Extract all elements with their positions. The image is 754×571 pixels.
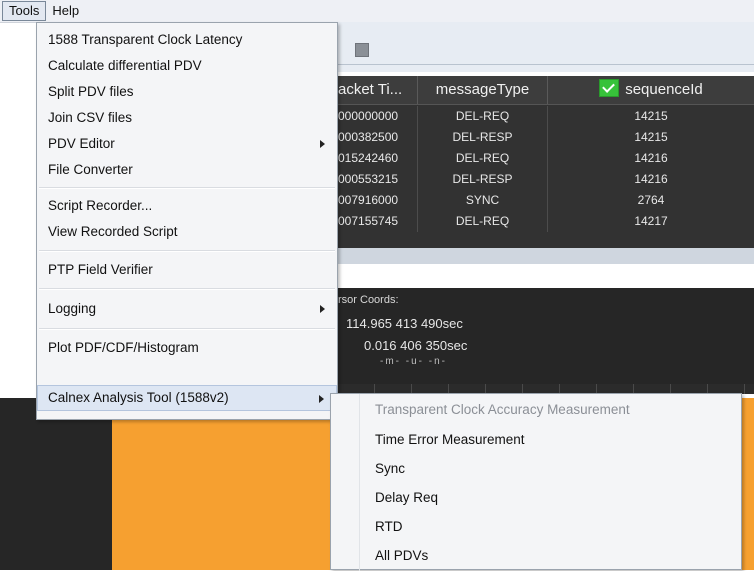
cell-seq: 14215: [634, 130, 668, 144]
menu-item-label: File Converter: [48, 162, 133, 177]
menu-item-label: Script Recorder...: [48, 198, 153, 213]
tools-menu: 1588 Transparent Clock Latency Calculate…: [36, 22, 338, 420]
packet-table-header: acket Ti... messageType sequenceId: [338, 76, 754, 105]
cell-seq: 2764: [637, 193, 665, 207]
menu-item-plot-pdf-cdf-histogram[interactable]: Plot PDF/CDF/Histogram: [37, 335, 337, 361]
cell-type: DEL-REQ: [418, 211, 548, 232]
cell-time: 007916000: [338, 190, 418, 211]
col-sequence-id[interactable]: sequenceId: [548, 76, 754, 104]
menu-item-label: PTP Field Verifier: [48, 262, 153, 277]
menu-item-label: Calnex Analysis Tool (1588v2): [48, 390, 229, 405]
stop-icon[interactable]: [355, 43, 369, 57]
cursor-x-value: 114.965 413 490sec: [346, 316, 463, 331]
col-packet-time[interactable]: acket Ti...: [338, 76, 418, 104]
menu-item-split-pdv-files[interactable]: Split PDV files: [37, 79, 337, 105]
submenu-item-sync[interactable]: Sync: [375, 455, 405, 483]
cell-time: 007155745: [338, 211, 418, 232]
menu-item-calnex-analysis-tool[interactable]: Calnex Analysis Tool (1588v2): [37, 385, 337, 411]
cell-seq: 14216: [634, 151, 668, 165]
col-sequence-id-label: sequenceId: [625, 81, 703, 98]
cell-type: DEL-REQ: [418, 106, 548, 127]
menu-item-label: Split PDV files: [48, 84, 134, 99]
cell-type: DEL-RESP: [418, 127, 548, 148]
menu-item-logging[interactable]: Logging: [37, 296, 337, 322]
cursor-coords-panel: rsor Coords: 114.965 413 490sec 0.016 40…: [338, 288, 754, 384]
horizontal-scrollbar[interactable]: [338, 248, 754, 264]
packet-table-body: 000000000 DEL-REQ 14215 000382500 DEL-RE…: [338, 106, 754, 232]
menu-help[interactable]: Help: [46, 1, 85, 21]
submenu-arrow-icon: [319, 395, 324, 403]
table-row[interactable]: 007155745 DEL-REQ 14217: [338, 211, 754, 232]
menu-item-join-csv-files[interactable]: Join CSV files: [37, 105, 337, 131]
table-row[interactable]: 015242460 DEL-REQ 14216: [338, 148, 754, 169]
cell-time: 015242460: [338, 148, 418, 169]
menu-item-pdv-editor[interactable]: PDV Editor: [37, 131, 337, 157]
menu-item-label: 1588 Transparent Clock Latency: [48, 32, 243, 47]
menu-item-label: Join CSV files: [48, 110, 133, 125]
menu-item-label: Logging: [48, 301, 97, 316]
cursor-coords-label: rsor Coords:: [338, 294, 399, 306]
unit-scale: -m- -u- -n-: [380, 356, 447, 367]
submenu-item-time-error[interactable]: Time Error Measurement: [375, 426, 525, 454]
submenu-arrow-icon: [320, 140, 325, 148]
table-row[interactable]: 000382500 DEL-RESP 14215: [338, 127, 754, 148]
table-row[interactable]: 000553215 DEL-RESP 14216: [338, 169, 754, 190]
menu-item-transparent-clock-latency[interactable]: 1588 Transparent Clock Latency: [37, 27, 337, 53]
menu-item-label: Calculate differential PDV: [48, 58, 202, 73]
submenu-item-all-pdvs[interactable]: All PDVs: [375, 542, 428, 570]
plot-area-edge: [742, 398, 754, 570]
menu-separator: [39, 250, 335, 252]
analysis-submenu: Transparent Clock Accuracy Measurement T…: [330, 393, 742, 571]
submenu-item-tc-accuracy: Transparent Clock Accuracy Measurement: [375, 402, 630, 417]
plot-area[interactable]: [112, 398, 330, 570]
cell-seq: 14217: [634, 214, 668, 228]
menu-bar: Tools Help: [0, 0, 754, 23]
packet-table: acket Ti... messageType sequenceId 00000…: [338, 76, 754, 264]
plot-background: [0, 398, 112, 570]
table-row[interactable]: 000000000 DEL-REQ 14215: [338, 106, 754, 127]
checkbox-icon[interactable]: [599, 79, 620, 97]
submenu-item-delay-req[interactable]: Delay Req: [375, 484, 438, 512]
menu-item-label: PDV Editor: [48, 136, 115, 151]
submenu-gutter: [359, 394, 360, 571]
menu-item-calculate-differential-pdv[interactable]: Calculate differential PDV: [37, 53, 337, 79]
submenu-item-rtd[interactable]: RTD: [375, 513, 403, 541]
cell-seq: 14216: [634, 172, 668, 186]
cursor-y-value: 0.016 406 350sec: [364, 338, 468, 353]
cell-time: 000000000: [338, 106, 418, 127]
menu-separator: [39, 187, 335, 189]
toolbar-divider: [338, 64, 754, 65]
menu-item-ptp-field-verifier[interactable]: PTP Field Verifier: [37, 257, 337, 283]
menu-item-label: View Recorded Script: [48, 224, 178, 239]
cell-type: SYNC: [418, 190, 548, 211]
cell-seq: 14215: [634, 109, 668, 123]
cell-time: 000553215: [338, 169, 418, 190]
submenu-arrow-icon: [320, 305, 325, 313]
menu-tools[interactable]: Tools: [2, 1, 47, 21]
menu-item-view-recorded-script[interactable]: View Recorded Script: [37, 219, 337, 245]
cell-time: 000382500: [338, 127, 418, 148]
menu-item-file-converter[interactable]: File Converter: [37, 157, 337, 183]
menu-item-script-recorder[interactable]: Script Recorder...: [37, 193, 337, 219]
menu-item-label: Plot PDF/CDF/Histogram: [48, 340, 199, 355]
cell-type: DEL-RESP: [418, 169, 548, 190]
col-message-type[interactable]: messageType: [418, 76, 548, 104]
menu-separator: [39, 328, 335, 330]
table-row[interactable]: 007916000 SYNC 2764: [338, 190, 754, 211]
menu-separator: [39, 288, 335, 290]
cell-type: DEL-REQ: [418, 148, 548, 169]
